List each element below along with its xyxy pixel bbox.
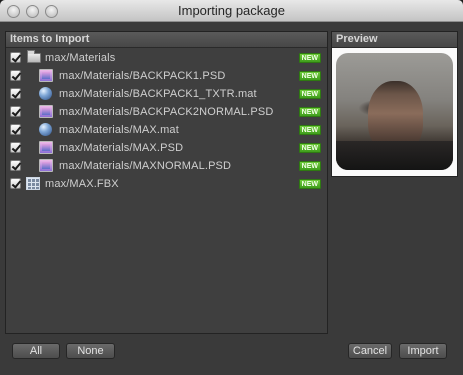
new-badge: NEW <box>298 71 321 81</box>
item-label: max/Materials/MAXNORMAL.PSD <box>59 160 232 172</box>
psd-image-icon <box>39 141 53 154</box>
new-badge: NEW <box>298 143 321 153</box>
material-sphere-icon <box>39 87 52 100</box>
select-all-button[interactable]: All <box>12 343 60 359</box>
list-item[interactable]: max/Materials/MAX.PSD NEW <box>6 139 327 157</box>
new-badge: NEW <box>298 179 321 189</box>
list-item[interactable]: max/Materials/BACKPACK1.PSD NEW <box>6 67 327 85</box>
psd-image-icon <box>39 105 53 118</box>
item-checkbox[interactable] <box>10 70 21 81</box>
window-title: Importing package <box>178 3 285 18</box>
folder-icon <box>27 50 41 63</box>
select-none-button[interactable]: None <box>66 343 115 359</box>
item-checkbox[interactable] <box>10 178 21 189</box>
item-checkbox[interactable] <box>10 106 21 117</box>
item-label: max/Materials/BACKPACK2NORMAL.PSD <box>59 106 274 118</box>
mesh-grid-icon <box>26 177 40 190</box>
item-label: max/Materials/BACKPACK1.PSD <box>59 70 226 82</box>
new-badge: NEW <box>298 53 321 63</box>
new-badge: NEW <box>298 125 321 135</box>
item-checkbox[interactable] <box>10 160 21 171</box>
item-checkbox[interactable] <box>10 52 21 63</box>
new-badge: NEW <box>298 89 321 99</box>
item-checkbox[interactable] <box>10 142 21 153</box>
cancel-button[interactable]: Cancel <box>348 343 392 359</box>
item-label: max/Materials/BACKPACK1_TXTR.mat <box>59 88 257 100</box>
list-item[interactable]: max/MAX.FBX NEW <box>6 175 327 193</box>
preview-panel: Preview <box>331 31 458 177</box>
psd-image-icon <box>39 69 53 82</box>
import-package-window: Importing package Items to Import max/Ma… <box>0 0 463 375</box>
preview-panel-header: Preview <box>332 32 457 48</box>
item-label: max/Materials/MAX.PSD <box>59 142 184 154</box>
psd-image-icon <box>39 159 53 172</box>
item-label: max/Materials <box>45 52 116 64</box>
item-checkbox[interactable] <box>10 88 21 99</box>
items-to-import-panel: Items to Import max/Materials NEW max/Ma… <box>5 31 328 334</box>
item-label: max/MAX.FBX <box>45 178 119 190</box>
list-item[interactable]: max/Materials NEW <box>6 49 327 67</box>
item-checkbox[interactable] <box>10 124 21 135</box>
new-badge: NEW <box>298 161 321 171</box>
title-bar: Importing package <box>0 0 463 22</box>
item-label: max/Materials/MAX.mat <box>59 124 179 136</box>
list-item[interactable]: max/Materials/MAXNORMAL.PSD NEW <box>6 157 327 175</box>
preview-area <box>332 48 457 176</box>
material-sphere-icon <box>39 123 52 136</box>
import-button[interactable]: Import <box>399 343 447 359</box>
preview-thumbnail-image <box>336 53 453 170</box>
list-item[interactable]: max/Materials/BACKPACK1_TXTR.mat NEW <box>6 85 327 103</box>
new-badge: NEW <box>298 107 321 117</box>
items-panel-header: Items to Import <box>6 32 327 48</box>
list-item[interactable]: max/Materials/MAX.mat NEW <box>6 121 327 139</box>
list-item[interactable]: max/Materials/BACKPACK2NORMAL.PSD NEW <box>6 103 327 121</box>
